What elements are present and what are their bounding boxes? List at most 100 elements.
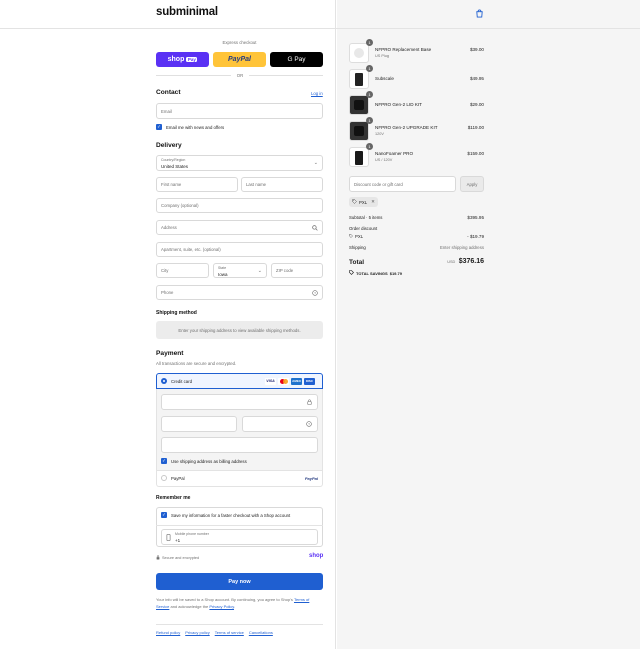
svg-text:?: ?: [308, 422, 310, 426]
discount-code-field[interactable]: Discount code or gift card: [349, 176, 456, 192]
chevron-down-icon: ⌄: [257, 268, 262, 274]
discover-icon: DISC: [304, 378, 315, 385]
quantity-badge: 1: [366, 143, 373, 150]
product-thumbnail: [349, 147, 369, 167]
product-price: $159.00: [467, 151, 484, 156]
footer-divider: [156, 624, 323, 625]
total-savings-label: TOTAL SAVINGS: [356, 270, 388, 276]
lock-icon: [156, 555, 160, 561]
product-thumbnail: [349, 69, 369, 89]
chevron-down-icon: ⌄: [313, 160, 318, 166]
last-name-field[interactable]: Last name: [241, 177, 323, 192]
header-divider: [0, 28, 640, 29]
city-field[interactable]: City: [156, 263, 209, 278]
company-field[interactable]: Company (optional): [156, 198, 323, 213]
email-field[interactable]: Email: [156, 103, 323, 119]
payment-heading: Payment: [156, 350, 184, 357]
apartment-field[interactable]: Apartment, suite, etc. (optional): [156, 242, 323, 257]
footer-links: Refund policy Privacy policy Terms of se…: [156, 630, 273, 635]
credit-card-option[interactable]: Credit card VISA AMEX DISC: [156, 373, 323, 389]
save-info-label: Save my information for a faster checkou…: [171, 513, 291, 518]
mobile-phone-field[interactable]: Mobile phone number +1: [161, 529, 318, 545]
expiry-field[interactable]: [161, 416, 237, 432]
privacy-policy-link[interactable]: Privacy policy: [185, 630, 209, 635]
security-code-field[interactable]: ?: [242, 416, 318, 432]
product-thumbnail: [349, 121, 369, 141]
discount-tag-code: PXL: [359, 199, 368, 205]
paypal-label: PayPal: [171, 476, 185, 481]
store-logo[interactable]: subminimal: [156, 6, 218, 18]
apply-discount-button[interactable]: Apply: [460, 176, 484, 192]
mobile-phone-value: +1: [175, 538, 181, 543]
mobile-phone-label: Mobile phone number: [175, 532, 209, 536]
state-select[interactable]: State Iowa ⌄: [213, 263, 267, 278]
address-field[interactable]: Address: [156, 220, 323, 235]
quantity-badge: 1: [366, 91, 373, 98]
google-pay-button[interactable]: G Pay: [270, 52, 323, 67]
phone-field[interactable]: Phone ?: [156, 285, 323, 300]
quantity-badge: 1: [366, 117, 373, 124]
pay-now-button[interactable]: Pay now: [156, 573, 323, 590]
legal-text: Your info will be saved to a Shop accoun…: [156, 596, 323, 610]
zip-field[interactable]: ZIP code: [271, 263, 323, 278]
product-name: NFPRO Gen-2 LID KIT: [375, 102, 422, 107]
remove-discount-icon[interactable]: ✕: [371, 199, 375, 205]
order-summary-panel: [337, 0, 640, 649]
paypal-option[interactable]: PayPal PayPal: [156, 471, 323, 487]
shop-pay-badge: Pay: [186, 57, 198, 62]
total-row: USD $376.16: [434, 258, 484, 265]
paypal-radio[interactable]: [161, 475, 167, 481]
remember-divider: [156, 525, 323, 526]
first-name-field[interactable]: First name: [156, 177, 238, 192]
product-thumbnail: [349, 95, 369, 115]
newsletter-label: Email me with news and offers: [166, 125, 225, 130]
shipping-method-heading: Shipping method: [156, 310, 197, 316]
contact-heading: Contact: [156, 89, 181, 96]
phone-placeholder: Phone: [161, 290, 174, 295]
save-info-checkbox[interactable]: ✓: [161, 512, 167, 518]
state-value: Iowa: [218, 272, 228, 277]
first-name-placeholder: First name: [161, 182, 182, 187]
newsletter-checkbox[interactable]: ✓: [156, 124, 162, 130]
product-name: NFPRO Replacement Base: [375, 47, 432, 52]
paypal-express-button[interactable]: PayPal: [213, 52, 266, 67]
billing-same-checkbox[interactable]: ✓: [161, 458, 167, 464]
discount-code-row: PXL: [349, 234, 363, 239]
card-number-field[interactable]: [161, 394, 318, 410]
terms-of-service-link[interactable]: Terms of service: [215, 630, 244, 635]
product-price: $49.95: [469, 76, 484, 81]
state-label: State: [218, 266, 227, 270]
shop-pay-button[interactable]: shop Pay: [156, 52, 209, 67]
product-name: NanoFoamer PRO: [375, 151, 414, 156]
search-icon: [312, 225, 318, 232]
product-variant: US Plug: [375, 54, 389, 58]
name-on-card-field[interactable]: [161, 437, 318, 453]
secure-note-text: Secure and encrypted: [162, 556, 200, 560]
city-placeholder: City: [161, 268, 169, 273]
apply-label: Apply: [466, 181, 478, 187]
quantity-badge: 1: [366, 39, 373, 46]
visa-icon: VISA: [265, 378, 276, 385]
cancellations-link[interactable]: Cancellations: [249, 630, 273, 635]
delivery-heading: Delivery: [156, 142, 182, 149]
credit-card-label: Credit card: [171, 379, 193, 384]
discount-tag: PXL ✕: [349, 197, 378, 207]
shopping-bag-icon[interactable]: [475, 9, 484, 18]
refund-policy-link[interactable]: Refund policy: [156, 630, 180, 635]
credit-card-radio[interactable]: [161, 378, 167, 384]
remember-me-heading: Remember me: [156, 495, 191, 501]
paypal-logo: PayPal: [304, 476, 318, 481]
discount-code-text: PXL: [355, 234, 364, 239]
svg-text:?: ?: [314, 291, 316, 295]
billing-same-label: Use shipping address as billing address: [171, 459, 247, 464]
help-icon[interactable]: ?: [312, 290, 318, 297]
or-label: OR: [231, 73, 249, 78]
secure-note: Secure and encrypted: [156, 555, 199, 561]
product-price: $39.00: [469, 47, 484, 52]
privacy-link[interactable]: Privacy Policy: [209, 604, 234, 609]
shipping-method-notice: Enter your shipping address to view avai…: [156, 321, 323, 339]
country-select[interactable]: Country/Region United States ⌄: [156, 155, 323, 171]
help-icon[interactable]: ?: [306, 421, 312, 428]
login-link[interactable]: Log in: [311, 91, 323, 96]
subtotal-label: Subtotal · 5 items: [349, 215, 383, 220]
